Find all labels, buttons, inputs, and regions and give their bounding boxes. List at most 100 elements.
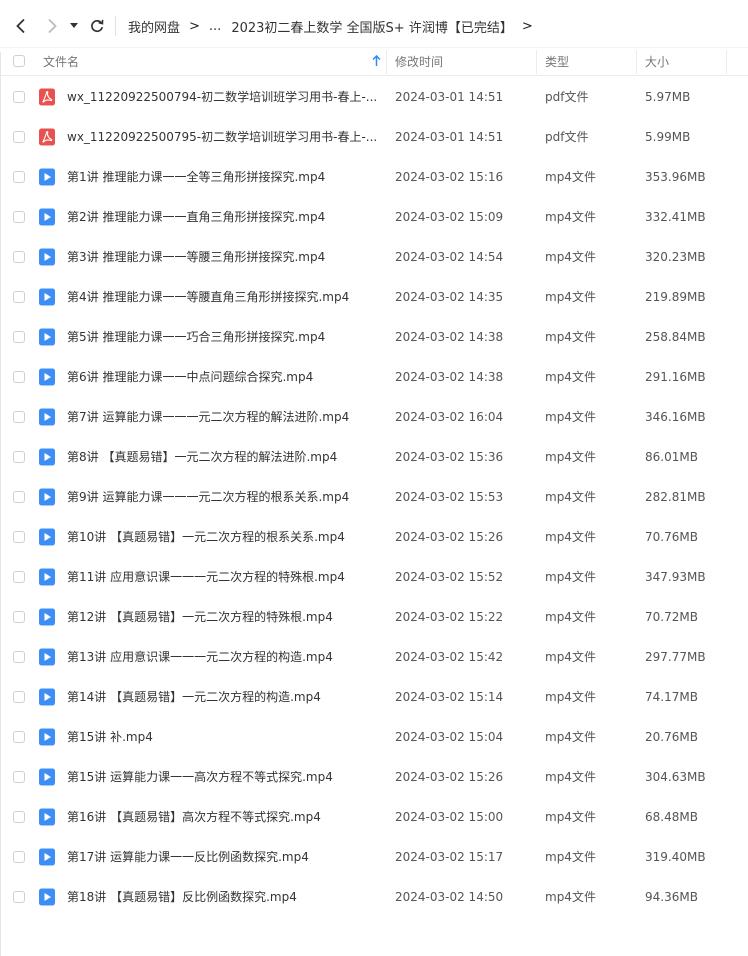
file-row[interactable]: 第6讲 推理能力课一一中点问题综合探究.mp4 2024-03-02 14:38 m… — [0, 357, 748, 397]
column-header-modified[interactable]: 修改时间 — [395, 48, 443, 76]
row-checkbox[interactable] — [13, 411, 25, 423]
column-divider[interactable] — [386, 50, 387, 74]
file-row[interactable]: wx_11220922500794-初二数学培训班学习用书-春上-... 2024… — [0, 77, 748, 117]
file-name[interactable]: wx_11220922500795-初二数学培训班学习用书-春上-... — [67, 117, 377, 157]
file-row[interactable]: 第13讲 应用意识课一一一元二次方程的构造.mp4 2024-03-02 15:4… — [0, 637, 748, 677]
select-all-checkbox[interactable] — [13, 55, 25, 67]
file-row[interactable]: 第14讲 【真题易错】一元二次方程的构造.mp4 2024-03-02 15:14… — [0, 677, 748, 717]
row-checkbox[interactable] — [13, 251, 25, 263]
row-checkbox[interactable] — [13, 451, 25, 463]
file-name[interactable]: 第13讲 应用意识课一一一元二次方程的构造.mp4 — [67, 637, 333, 677]
file-name[interactable]: 第12讲 【真题易错】一元二次方程的特殊根.mp4 — [67, 597, 333, 637]
row-checkbox[interactable] — [13, 91, 25, 103]
row-checkbox[interactable] — [13, 691, 25, 703]
file-name[interactable]: 第3讲 推理能力课一一等腰三角形拼接探究.mp4 — [67, 237, 325, 277]
file-row[interactable]: 第9讲 运算能力课一一一元二次方程的根系关系.mp4 2024-03-02 15:… — [0, 477, 748, 517]
row-checkbox[interactable] — [13, 611, 25, 623]
file-modified: 2024-03-02 15:09 — [395, 210, 504, 224]
row-checkbox[interactable] — [13, 771, 25, 783]
column-header-size[interactable]: 大小 — [645, 48, 669, 76]
video-file-icon — [38, 808, 56, 826]
file-row[interactable]: 第7讲 运算能力课一一一元二次方程的解法进阶.mp4 2024-03-02 16:… — [0, 397, 748, 437]
file-row[interactable]: 第1讲 推理能力课一一全等三角形拼接探究.mp4 2024-03-02 15:16… — [0, 157, 748, 197]
file-row[interactable]: 第12讲 【真题易错】一元二次方程的特殊根.mp4 2024-03-02 15:2… — [0, 597, 748, 637]
file-name[interactable]: 第18讲 【真题易错】反比例函数探究.mp4 — [67, 877, 297, 917]
file-row[interactable]: 第4讲 推理能力课一一等腰直角三角形拼接探究.mp4 2024-03-02 14:… — [0, 277, 748, 317]
file-type: mp4文件 — [545, 770, 596, 784]
file-row[interactable]: 第15讲 补.mp4 2024-03-02 15:04 mp4文件 20.76MB — [0, 717, 748, 757]
row-checkbox[interactable] — [13, 491, 25, 503]
video-file-icon — [38, 768, 56, 786]
file-size: 319.40MB — [645, 850, 706, 864]
refresh-button[interactable] — [86, 14, 108, 38]
file-name[interactable]: 第4讲 推理能力课一一等腰直角三角形拼接探究.mp4 — [67, 277, 349, 317]
row-checkbox[interactable] — [13, 211, 25, 223]
file-name[interactable]: 第10讲 【真题易错】一元二次方程的根系关系.mp4 — [67, 517, 345, 557]
row-checkbox[interactable] — [13, 731, 25, 743]
file-row[interactable]: 第18讲 【真题易错】反比例函数探究.mp4 2024-03-02 14:50 mp… — [0, 877, 748, 917]
file-type: mp4文件 — [545, 690, 596, 704]
column-divider[interactable] — [726, 50, 727, 74]
row-checkbox[interactable] — [13, 811, 25, 823]
row-checkbox[interactable] — [13, 371, 25, 383]
file-modified: 2024-03-02 14:50 — [395, 890, 504, 904]
file-name[interactable]: 第5讲 推理能力课一一巧合三角形拼接探究.mp4 — [67, 317, 325, 357]
file-name[interactable]: wx_11220922500794-初二数学培训班学习用书-春上-... — [67, 77, 377, 117]
file-name[interactable]: 第1讲 推理能力课一一全等三角形拼接探究.mp4 — [67, 157, 325, 197]
file-name[interactable]: 第15讲 补.mp4 — [67, 717, 153, 757]
toolbar: 我的网盘 > ... 2023初二春上数学 全国版S+ 许润博【已完结】 > — [0, 0, 748, 52]
back-button[interactable] — [10, 14, 32, 38]
row-checkbox[interactable] — [13, 571, 25, 583]
forward-button[interactable] — [41, 14, 63, 38]
column-header-name[interactable]: 文件名 — [43, 48, 79, 76]
column-divider[interactable] — [636, 50, 637, 74]
file-name[interactable]: 第9讲 运算能力课一一一元二次方程的根系关系.mp4 — [67, 477, 349, 517]
file-row[interactable]: 第8讲 【真题易错】一元二次方程的解法进阶.mp4 2024-03-02 15:3… — [0, 437, 748, 477]
file-modified: 2024-03-02 14:38 — [395, 370, 504, 384]
file-name[interactable]: 第11讲 应用意识课一一一元二次方程的特殊根.mp4 — [67, 557, 345, 597]
file-name[interactable]: 第17讲 运算能力课一一反比例函数探究.mp4 — [67, 837, 309, 877]
file-name[interactable]: 第2讲 推理能力课一一直角三角形拼接探究.mp4 — [67, 197, 325, 237]
breadcrumb-current-folder[interactable]: 2023初二春上数学 全国版S+ 许润博【已完结】 — [231, 17, 513, 36]
row-checkbox[interactable] — [13, 331, 25, 343]
file-size: 74.17MB — [645, 690, 698, 704]
file-row[interactable]: 第11讲 应用意识课一一一元二次方程的特殊根.mp4 2024-03-02 15:… — [0, 557, 748, 597]
sort-ascending-icon[interactable] — [372, 54, 381, 70]
file-row[interactable]: 第15讲 运算能力课一一高次方程不等式探究.mp4 2024-03-02 15:2… — [0, 757, 748, 797]
row-checkbox[interactable] — [13, 851, 25, 863]
file-row[interactable]: wx_11220922500795-初二数学培训班学习用书-春上-... 2024… — [0, 117, 748, 157]
breadcrumb-ellipsis[interactable]: ... — [209, 19, 221, 34]
row-checkbox[interactable] — [13, 171, 25, 183]
file-size: 70.72MB — [645, 610, 698, 624]
file-type: mp4文件 — [545, 290, 596, 304]
file-row[interactable]: 第2讲 推理能力课一一直角三角形拼接探究.mp4 2024-03-02 15:09… — [0, 197, 748, 237]
column-header-type[interactable]: 类型 — [545, 48, 569, 76]
file-row[interactable]: 第3讲 推理能力课一一等腰三角形拼接探究.mp4 2024-03-02 14:54… — [0, 237, 748, 277]
row-checkbox[interactable] — [13, 131, 25, 143]
video-file-icon — [38, 208, 56, 226]
file-name[interactable]: 第16讲 【真题易错】高次方程不等式探究.mp4 — [67, 797, 321, 837]
chevron-left-icon — [16, 18, 25, 34]
row-checkbox[interactable] — [13, 531, 25, 543]
file-type: mp4文件 — [545, 570, 596, 584]
file-modified: 2024-03-02 15:14 — [395, 690, 504, 704]
breadcrumb-root[interactable]: 我的网盘 — [128, 17, 180, 36]
file-modified: 2024-03-01 14:51 — [395, 130, 504, 144]
file-name[interactable]: 第15讲 运算能力课一一高次方程不等式探究.mp4 — [67, 757, 333, 797]
breadcrumb-separator: > — [189, 18, 200, 34]
column-divider[interactable] — [536, 50, 537, 74]
row-checkbox[interactable] — [13, 651, 25, 663]
file-row[interactable]: 第10讲 【真题易错】一元二次方程的根系关系.mp4 2024-03-02 15:… — [0, 517, 748, 557]
file-name[interactable]: 第8讲 【真题易错】一元二次方程的解法进阶.mp4 — [67, 437, 337, 477]
file-row[interactable]: 第17讲 运算能力课一一反比例函数探究.mp4 2024-03-02 15:17 m… — [0, 837, 748, 877]
file-row[interactable]: 第16讲 【真题易错】高次方程不等式探究.mp4 2024-03-02 15:00… — [0, 797, 748, 837]
file-row[interactable]: 第5讲 推理能力课一一巧合三角形拼接探究.mp4 2024-03-02 14:38… — [0, 317, 748, 357]
file-name[interactable]: 第14讲 【真题易错】一元二次方程的构造.mp4 — [67, 677, 321, 717]
video-file-icon — [38, 688, 56, 706]
row-checkbox[interactable] — [13, 291, 25, 303]
history-dropdown-button[interactable] — [65, 14, 83, 38]
file-size: 68.48MB — [645, 810, 698, 824]
row-checkbox[interactable] — [13, 891, 25, 903]
file-name[interactable]: 第7讲 运算能力课一一一元二次方程的解法进阶.mp4 — [67, 397, 349, 437]
file-name[interactable]: 第6讲 推理能力课一一中点问题综合探究.mp4 — [67, 357, 313, 397]
